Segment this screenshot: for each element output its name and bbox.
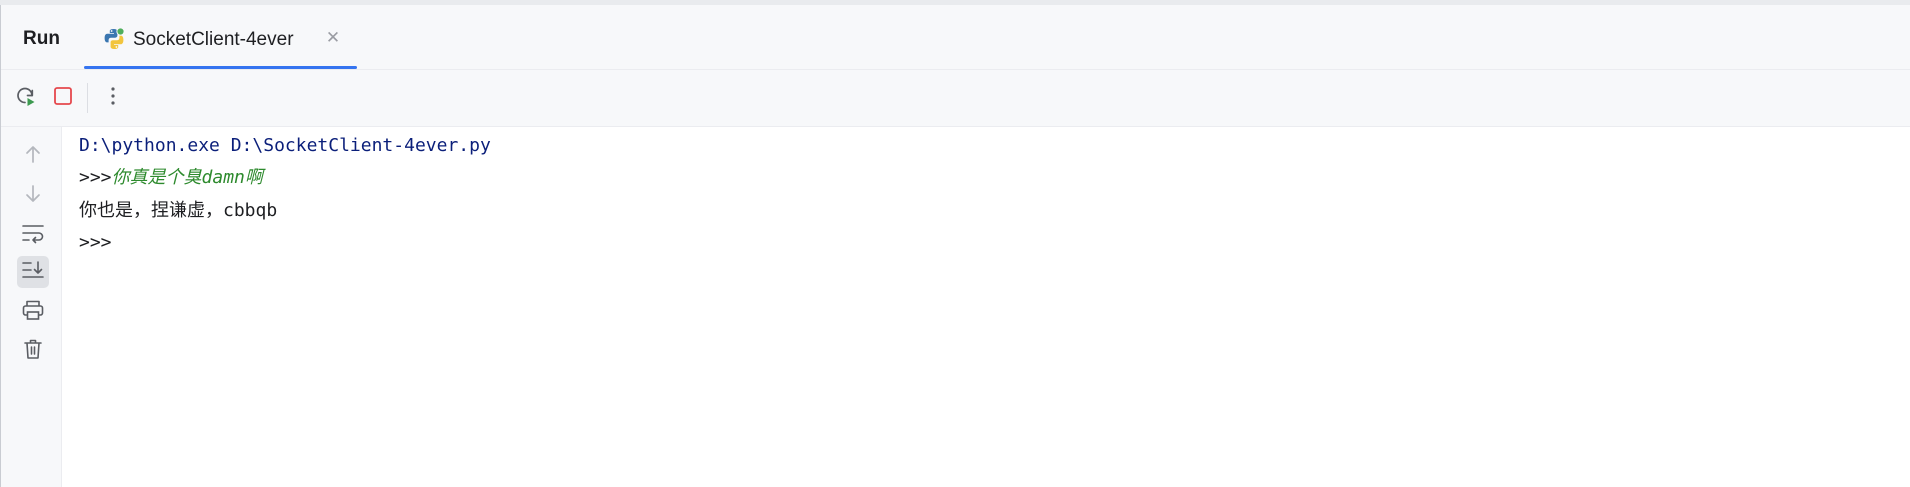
active-tab-indicator xyxy=(84,66,357,69)
console-command-line: D:\python.exe D:\SocketClient-4ever.py xyxy=(79,135,491,156)
run-tool-window: Run SocketClient-4ever ✕ D:\python.exe D… xyxy=(0,5,1910,487)
console-prompt: >>> xyxy=(79,167,112,188)
console-output-line: 你也是，捏谦虚，cbbqb xyxy=(79,200,278,221)
toolbar-separator xyxy=(87,83,88,113)
vertical-ellipsis-icon xyxy=(103,85,123,112)
soft-wrap-button[interactable] xyxy=(17,219,49,251)
run-header: Run SocketClient-4ever ✕ xyxy=(1,5,1910,70)
tab-label: SocketClient-4ever xyxy=(133,29,294,50)
print-button[interactable] xyxy=(17,296,49,328)
scroll-to-end-icon xyxy=(21,259,45,286)
tab-socketclient-4ever[interactable]: SocketClient-4ever ✕ xyxy=(84,5,357,69)
scroll-to-end-button[interactable] xyxy=(17,256,49,288)
console-input-line: >>>你真是个臭damn啊 xyxy=(79,165,263,191)
close-icon[interactable]: ✕ xyxy=(324,29,342,47)
arrow-up-icon xyxy=(22,143,44,170)
console-user-input: 你真是个臭damn啊 xyxy=(111,167,263,188)
scroll-down-button[interactable] xyxy=(17,180,49,212)
clear-all-button[interactable] xyxy=(17,335,49,367)
more-options-button[interactable] xyxy=(98,83,128,113)
console-side-toolbar xyxy=(1,127,62,487)
arrow-down-icon xyxy=(22,183,44,210)
trash-icon xyxy=(22,338,44,365)
python-icon xyxy=(102,27,126,51)
stop-button[interactable] xyxy=(48,83,78,113)
rerun-button[interactable] xyxy=(10,83,40,113)
rerun-icon xyxy=(13,84,37,113)
console-prompt: >>> xyxy=(79,232,112,253)
soft-wrap-icon xyxy=(21,222,45,249)
scroll-up-button[interactable] xyxy=(17,140,49,172)
stop-icon xyxy=(52,85,74,112)
run-toolbar xyxy=(1,70,1910,127)
printer-icon xyxy=(21,299,45,326)
tool-window-title: Run xyxy=(23,28,60,49)
console-output[interactable]: D:\python.exe D:\SocketClient-4ever.py >… xyxy=(62,127,1910,487)
